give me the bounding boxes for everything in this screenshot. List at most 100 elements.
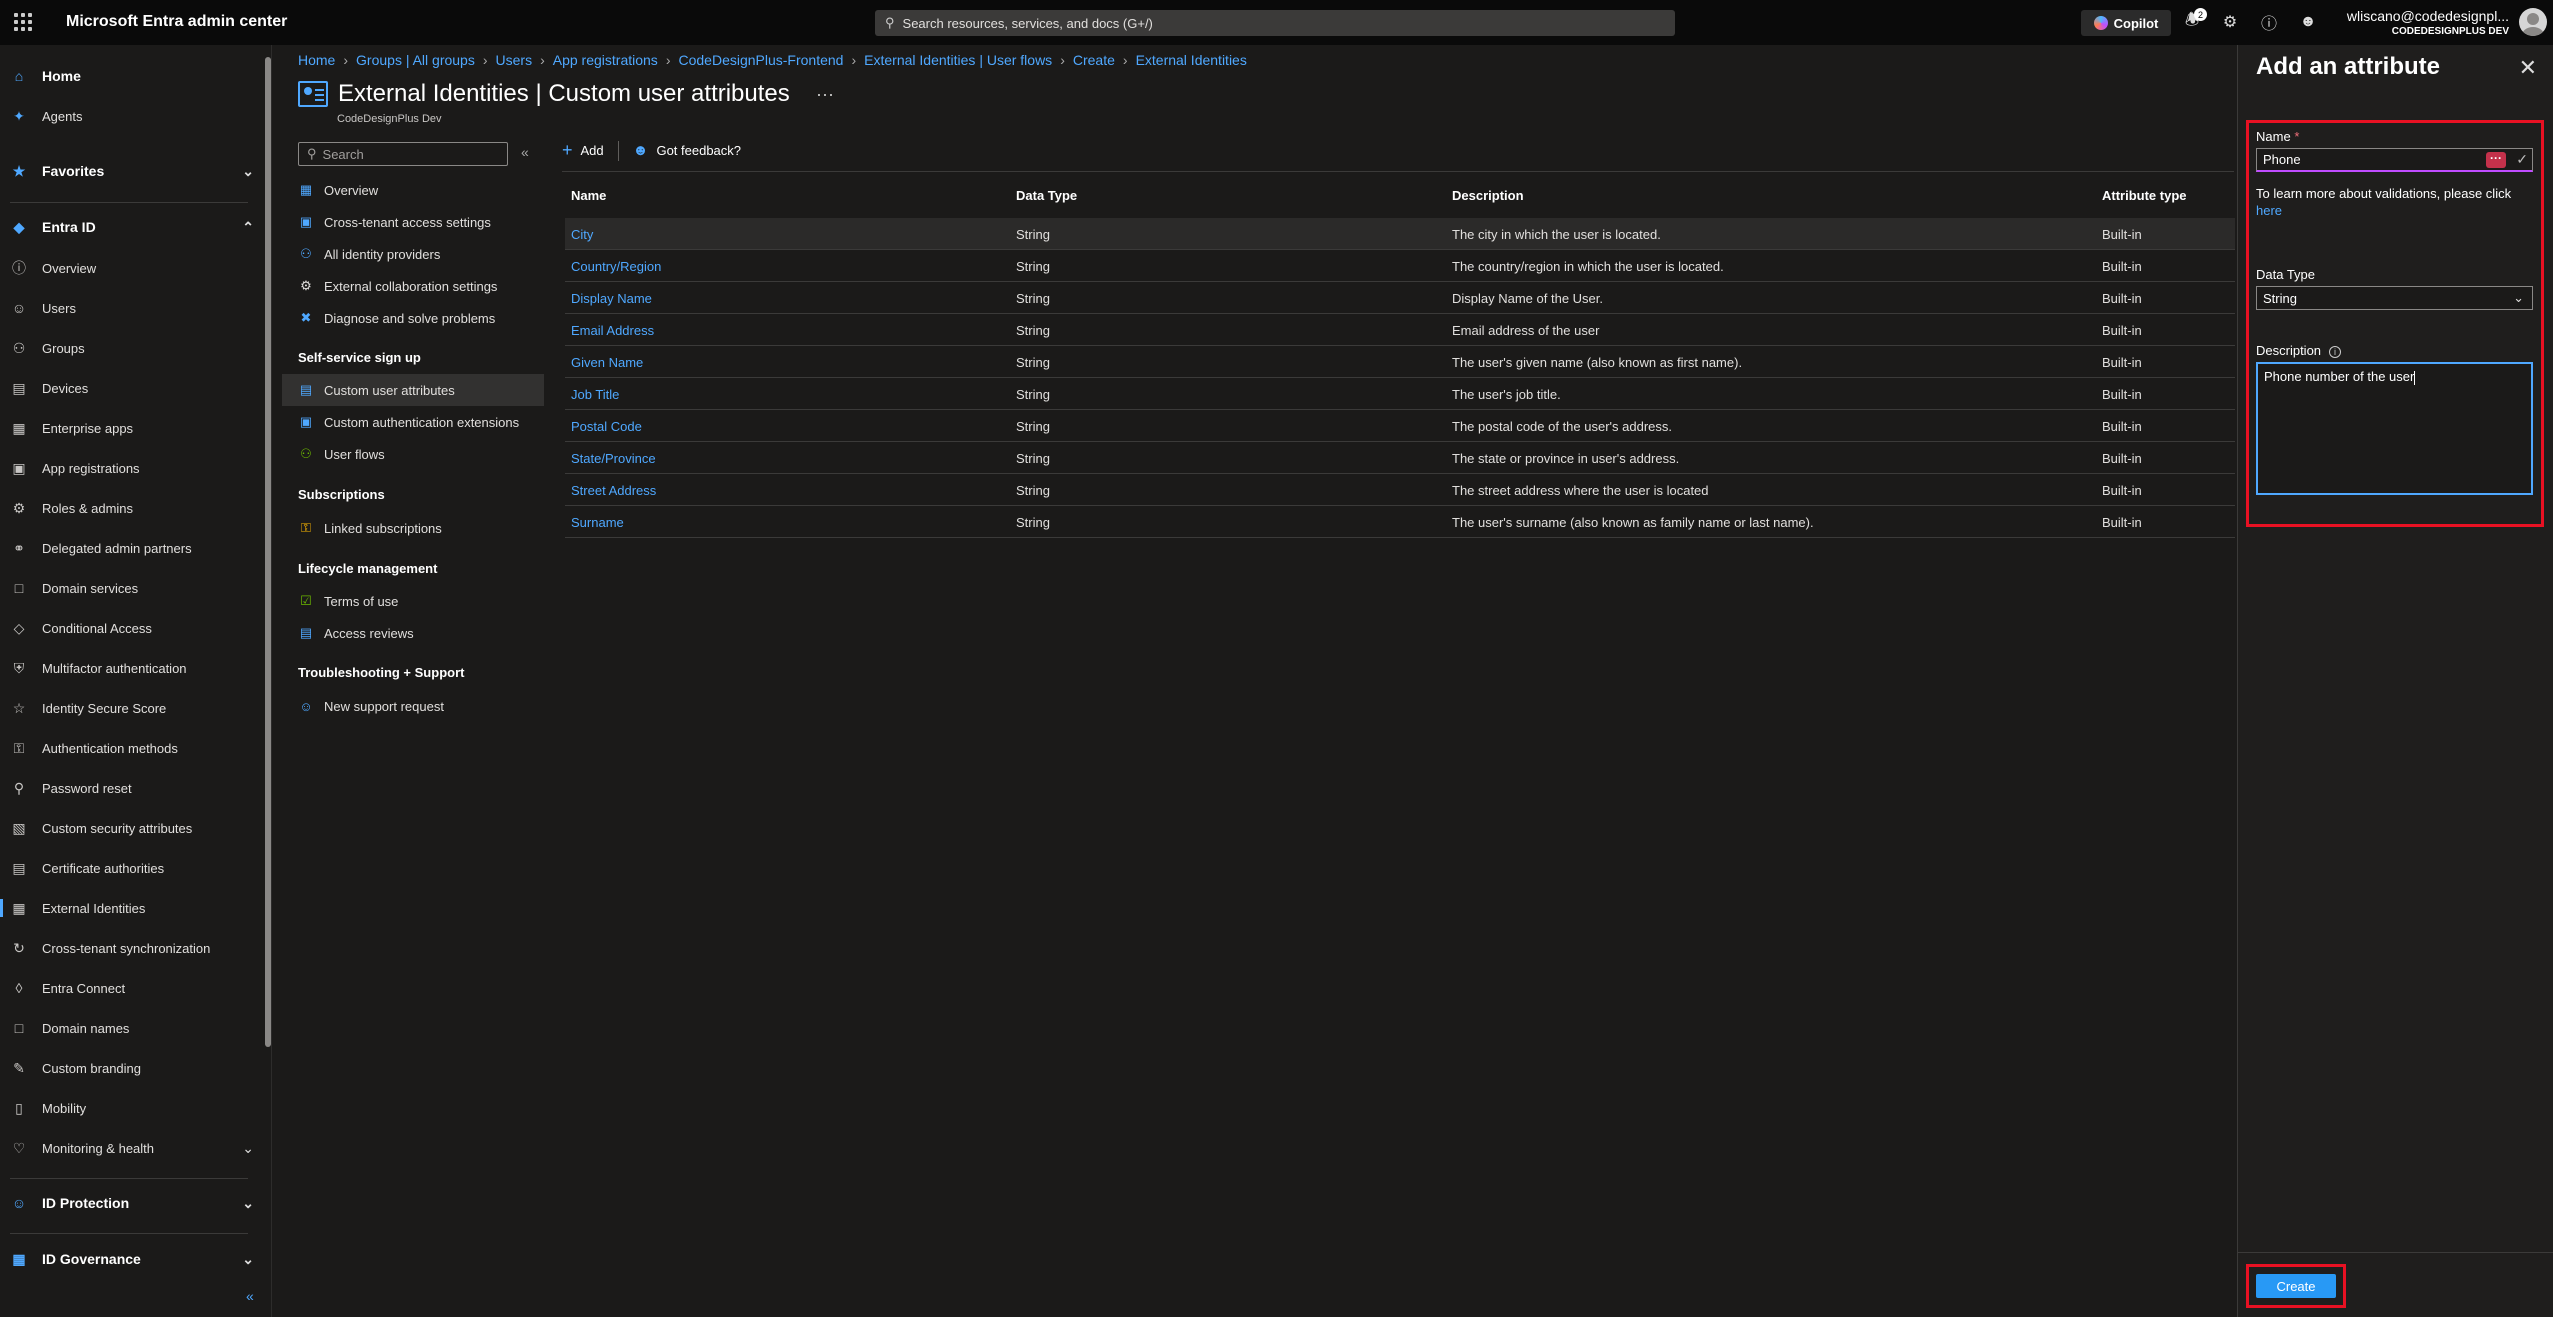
account-info[interactable]: wliscano@codedesignpl... CODEDESIGNPLUS … bbox=[2347, 8, 2509, 37]
nav-enterprise-apps[interactable]: ▦ Enterprise apps bbox=[0, 413, 262, 443]
notifications-bell-icon[interactable]: 🕭 2 bbox=[2181, 8, 2207, 33]
nav-app-registrations[interactable]: ▣ App registrations bbox=[0, 453, 262, 483]
nav-home[interactable]: ⌂ Home bbox=[0, 61, 262, 91]
table-row[interactable]: State/Province String The state or provinc… bbox=[565, 442, 2235, 474]
global-search-input[interactable]: ⚲ Search resources, services, and docs (… bbox=[875, 10, 1675, 36]
menu-label: Custom authentication extensions bbox=[324, 414, 520, 430]
copilot-button[interactable]: Copilot bbox=[2081, 10, 2171, 36]
nav-overview[interactable]: ⓘ Overview bbox=[0, 253, 262, 283]
breadcrumb-user-flows[interactable]: External Identities | User flows bbox=[864, 52, 1052, 68]
table-row[interactable]: Surname String The user's surname (also kn… bbox=[565, 506, 2235, 538]
nav-devices[interactable]: ▤ Devices bbox=[0, 373, 262, 403]
menu-new-support-request[interactable]: ☺ New support request bbox=[282, 690, 544, 722]
nav-password-reset[interactable]: ⚲ Password reset bbox=[0, 773, 262, 803]
nav-domain-services[interactable]: □ Domain services bbox=[0, 573, 262, 603]
nav-roles-admins[interactable]: ⚙ Roles & admins bbox=[0, 493, 262, 523]
table-row[interactable]: Display Name String Display Name of the Us… bbox=[565, 282, 2235, 314]
attribute-name-link[interactable]: Country/Region bbox=[571, 259, 661, 274]
table-row[interactable]: Given Name String The user's given name (a… bbox=[565, 346, 2235, 378]
menu-overview[interactable]: ▦ Overview bbox=[282, 174, 544, 206]
column-header-name[interactable]: Name bbox=[571, 188, 606, 203]
nav-custom-security-attributes[interactable]: ▧ Custom security attributes bbox=[0, 813, 262, 843]
nav-identity-secure-score[interactable]: ☆ Identity Secure Score bbox=[0, 693, 262, 723]
menu-user-flows[interactable]: ⚇ User flows bbox=[282, 438, 544, 470]
menu-search-input[interactable]: ⚲ Search bbox=[298, 142, 508, 166]
attribute-name-link[interactable]: State/Province bbox=[571, 451, 656, 466]
feedback-person-icon[interactable]: ☻ bbox=[2297, 11, 2319, 33]
table-row[interactable]: Job Title String The user's job title. Buil… bbox=[565, 378, 2235, 410]
description-textarea[interactable]: Phone number of the user bbox=[2256, 362, 2533, 495]
nav-certificate-authorities[interactable]: ▤ Certificate authorities bbox=[0, 853, 262, 883]
avatar[interactable] bbox=[2519, 8, 2547, 36]
nav-id-governance[interactable]: ▦ ID Governance ⌄ bbox=[0, 1244, 262, 1274]
attribute-name-link[interactable]: Display Name bbox=[571, 291, 652, 306]
brand-title[interactable]: Microsoft Entra admin center bbox=[66, 13, 287, 31]
validation-help-link[interactable]: here bbox=[2256, 203, 2282, 218]
nav-scrollbar-thumb[interactable] bbox=[265, 57, 271, 1047]
more-options-icon[interactable]: ··· bbox=[816, 84, 834, 105]
breadcrumb-groups[interactable]: Groups | All groups bbox=[356, 52, 475, 68]
table-row[interactable]: Email Address String Email address of the … bbox=[565, 314, 2235, 346]
nav-users[interactable]: ☺ Users bbox=[0, 293, 262, 323]
menu-linked-subscriptions[interactable]: ⚿ Linked subscriptions bbox=[282, 512, 544, 544]
app-launcher-icon[interactable] bbox=[14, 13, 32, 31]
nav-mobility[interactable]: ▯ Mobility bbox=[0, 1093, 262, 1123]
breadcrumb-app-registrations[interactable]: App registrations bbox=[553, 52, 658, 68]
attribute-name-link[interactable]: City bbox=[571, 227, 593, 242]
attribute-name-link[interactable]: Email Address bbox=[571, 323, 654, 338]
help-question-icon[interactable]: ⓘ bbox=[2258, 11, 2280, 33]
password-manager-icon[interactable]: ··· bbox=[2486, 152, 2506, 168]
column-header-attribute-type[interactable]: Attribute type bbox=[2102, 188, 2187, 203]
menu-terms-of-use[interactable]: ☑ Terms of use bbox=[282, 585, 544, 617]
menu-cross-tenant-access[interactable]: ▣ Cross-tenant access settings bbox=[282, 206, 544, 238]
nav-conditional-access[interactable]: ◇ Conditional Access bbox=[0, 613, 262, 643]
collapse-nav-icon[interactable]: « bbox=[246, 1288, 254, 1304]
nav-groups[interactable]: ⚇ Groups bbox=[0, 333, 262, 363]
column-header-data-type[interactable]: Data Type bbox=[1016, 188, 1077, 203]
nav-entra-connect[interactable]: ◊ Entra Connect bbox=[0, 973, 262, 1003]
nav-external-identities[interactable]: ▦ External Identities bbox=[0, 893, 262, 923]
menu-access-reviews[interactable]: ▤ Access reviews bbox=[282, 617, 544, 649]
column-header-description[interactable]: Description bbox=[1452, 188, 1524, 203]
settings-gear-icon[interactable]: ⚙ bbox=[2219, 11, 2241, 33]
feedback-button[interactable]: ☻ Got feedback? bbox=[633, 142, 741, 159]
breadcrumb-create[interactable]: Create bbox=[1073, 52, 1115, 68]
table-row[interactable]: Country/Region String The country/region i… bbox=[565, 250, 2235, 282]
nav-favorites[interactable]: ★ Favorites ⌄ bbox=[0, 156, 262, 186]
menu-custom-authentication-extensions[interactable]: ▣ Custom authentication extensions bbox=[282, 406, 544, 438]
add-button[interactable]: + Add bbox=[562, 140, 604, 161]
breadcrumb-external-identities[interactable]: External Identities bbox=[1136, 52, 1247, 68]
breadcrumb-home[interactable]: Home bbox=[298, 52, 335, 68]
attribute-name-link[interactable]: Job Title bbox=[571, 387, 619, 402]
nav-monitoring-health[interactable]: ♡ Monitoring & health ⌄ bbox=[0, 1133, 262, 1163]
nav-scrollbar[interactable] bbox=[264, 47, 272, 1277]
attribute-name-link[interactable]: Street Address bbox=[571, 483, 656, 498]
nav-agents[interactable]: ✦ Agents bbox=[0, 101, 262, 131]
name-input[interactable]: Phone ··· ✓ bbox=[2256, 148, 2533, 172]
nav-multifactor-authentication[interactable]: ⛨ Multifactor authentication bbox=[0, 653, 262, 683]
breadcrumb-app[interactable]: CodeDesignPlus-Frontend bbox=[678, 52, 843, 68]
menu-custom-user-attributes[interactable]: ▤ Custom user attributes bbox=[282, 374, 544, 406]
menu-external-collaboration[interactable]: ⚙ External collaboration settings bbox=[282, 270, 544, 302]
nav-domain-names[interactable]: □ Domain names bbox=[0, 1013, 262, 1043]
nav-authentication-methods[interactable]: ⚿ Authentication methods bbox=[0, 733, 262, 763]
menu-diagnose-solve[interactable]: ✖ Diagnose and solve problems bbox=[282, 302, 544, 334]
data-type-dropdown[interactable]: String ⌄ bbox=[2256, 286, 2533, 310]
attribute-name-link[interactable]: Postal Code bbox=[571, 419, 642, 434]
nav-delegated-admin-partners[interactable]: ⚭ Delegated admin partners bbox=[0, 533, 262, 563]
table-row[interactable]: City String The city in which the user is … bbox=[565, 218, 2235, 250]
attribute-name-link[interactable]: Surname bbox=[571, 515, 624, 530]
collapse-menu-icon[interactable]: « bbox=[521, 144, 529, 160]
nav-entra-id[interactable]: ◆ Entra ID ⌃ bbox=[0, 212, 262, 242]
menu-all-identity-providers[interactable]: ⚇ All identity providers bbox=[282, 238, 544, 270]
nav-id-protection[interactable]: ☺ ID Protection ⌄ bbox=[0, 1188, 262, 1218]
close-icon[interactable]: ✕ bbox=[2519, 55, 2537, 81]
create-button[interactable]: Create bbox=[2256, 1274, 2336, 1298]
nav-custom-branding[interactable]: ✎ Custom branding bbox=[0, 1053, 262, 1083]
attribute-name-link[interactable]: Given Name bbox=[571, 355, 643, 370]
table-row[interactable]: Street Address String The street address w… bbox=[565, 474, 2235, 506]
breadcrumb-users[interactable]: Users bbox=[496, 52, 533, 68]
nav-cross-tenant-synchronization[interactable]: ↻ Cross-tenant synchronization bbox=[0, 933, 262, 963]
info-icon[interactable]: i bbox=[2329, 346, 2342, 358]
table-row[interactable]: Postal Code String The postal code of the … bbox=[565, 410, 2235, 442]
